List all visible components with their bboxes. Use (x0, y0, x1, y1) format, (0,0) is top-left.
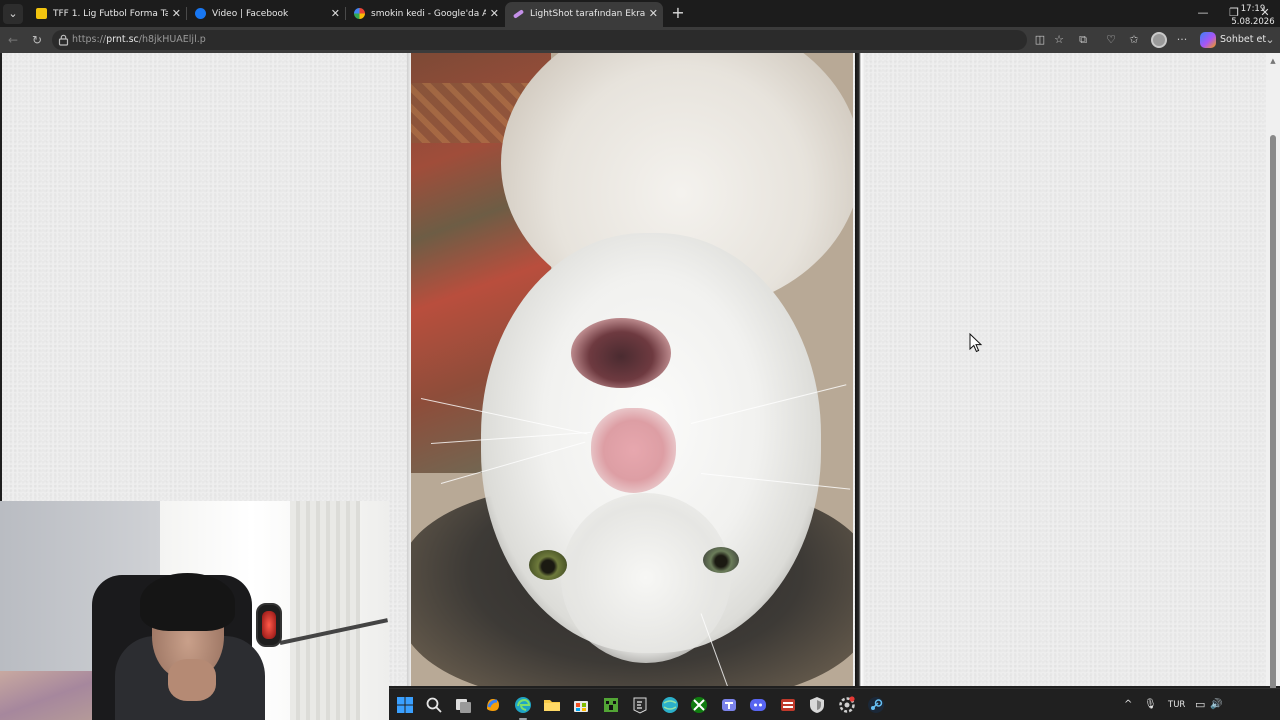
url-path: /h8jkHUAEljl.p (138, 34, 206, 45)
url-host: prnt.sc (106, 34, 139, 45)
screen: ⌄ TFF 1. Lig Futbol Forma Tarihi - Fo ✕ … (0, 0, 1280, 720)
tab-strip: ⌄ TFF 1. Lig Futbol Forma Tarihi - Fo ✕ … (0, 0, 1280, 27)
more-menu-icon[interactable]: ··· (1174, 32, 1190, 48)
task-view-icon[interactable] (454, 695, 474, 715)
reload-button[interactable]: ↻ (28, 31, 46, 49)
microphone-light (262, 611, 276, 639)
lightshot-icon (512, 9, 525, 19)
epic-games-icon[interactable] (630, 695, 650, 715)
cat-forehead (561, 493, 731, 663)
steam-icon[interactable] (866, 695, 886, 715)
tab-close-icon[interactable]: ✕ (331, 2, 340, 26)
split-screen-icon[interactable]: ◫ (1032, 32, 1048, 48)
new-tab-button[interactable]: + (669, 3, 687, 23)
tab-title: smokin kedi - Google'da Ara (371, 9, 486, 19)
cat-mouth (571, 318, 671, 388)
tff-favicon (36, 8, 47, 19)
store-icon[interactable] (571, 695, 591, 715)
favorite-star-icon[interactable]: ☆ (1051, 32, 1067, 48)
streamer-hair (140, 573, 235, 631)
site-info-icon[interactable] (58, 34, 69, 46)
browser-essentials-icon[interactable]: ♡ (1103, 32, 1119, 48)
extensions-icon[interactable]: ⧉ (1075, 32, 1091, 48)
sidebar-toggle-icon[interactable]: ⌄ (1262, 32, 1278, 48)
mouse-cursor-icon (969, 333, 983, 353)
facebook-icon (195, 8, 206, 19)
tab-tff[interactable]: TFF 1. Lig Futbol Forma Tarihi - Fo ✕ (28, 2, 186, 27)
webcam-overlay (0, 501, 389, 720)
copilot-chat-button[interactable]: Sohbet et (1220, 27, 1266, 53)
windows-start-icon[interactable] (395, 695, 415, 715)
clock-time: 17:19 (1240, 4, 1266, 14)
settings-icon[interactable] (837, 695, 857, 715)
back-button[interactable]: ← (4, 31, 22, 49)
tab-close-icon[interactable]: ✕ (172, 2, 181, 26)
profile-avatar[interactable] (1151, 32, 1167, 48)
search-icon[interactable] (424, 695, 444, 715)
tab-title: Video | Facebook (212, 9, 289, 19)
tab-title: LightShot tarafından Ekran Görünt (530, 9, 645, 19)
discord-icon[interactable] (748, 695, 768, 715)
display-icon[interactable]: ▭ (1195, 689, 1205, 720)
tab-facebook[interactable]: Video | Facebook ✕ (187, 2, 345, 27)
tab-close-icon[interactable]: ✕ (490, 2, 499, 26)
webcam-curtain (290, 501, 360, 720)
copilot-icon[interactable] (483, 695, 503, 715)
cat-photo[interactable] (411, 53, 853, 686)
address-bar[interactable]: https://prnt.sc/h8jkHUAEljl.p (52, 30, 1027, 50)
tab-title: TFF 1. Lig Futbol Forma Tarihi - Fo (53, 9, 168, 19)
minimize-button[interactable]: — (1188, 2, 1218, 24)
tab-actions-menu-button[interactable]: ⌄ (3, 4, 23, 24)
recorder-icon[interactable] (778, 695, 798, 715)
show-hidden-icons-button[interactable]: ^ (1124, 689, 1132, 720)
address-text: https://prnt.sc/h8jkHUAEljl.p (72, 30, 206, 50)
google-icon (354, 8, 365, 19)
file-explorer-icon[interactable] (542, 695, 562, 715)
input-language-indicator[interactable]: TUR (1168, 689, 1185, 720)
copilot-icon[interactable] (1200, 32, 1216, 48)
collections-icon[interactable]: ✩ (1126, 32, 1142, 48)
page-scrollbar[interactable]: ▲ (1266, 53, 1280, 720)
shield-icon[interactable] (807, 695, 827, 715)
scroll-thumb[interactable] (1270, 135, 1276, 720)
taskbar-clock[interactable]: 17:19 5.08.2026 (1228, 3, 1278, 29)
tab-lightshot[interactable]: LightShot tarafından Ekran Görünt ✕ (505, 2, 663, 27)
clock-date: 5.08.2026 (1231, 17, 1275, 27)
teams-icon[interactable] (719, 695, 739, 715)
volume-icon[interactable]: 🔊 (1210, 689, 1222, 720)
browser-toolbar: ← ↻ https://prnt.sc/h8jkHUAEljl.p ◫ ☆ ⧉ … (0, 27, 1280, 53)
tab-google[interactable]: smokin kedi - Google'da Ara ✕ (346, 2, 504, 27)
minecraft-icon[interactable] (601, 695, 621, 715)
edge-icon[interactable] (513, 695, 533, 715)
cat-nose (591, 408, 676, 493)
windows-taskbar: ^ 🎙 TUR ▭ 🔊 (389, 688, 1280, 720)
cat-eye-right (703, 547, 739, 573)
scroll-up-icon[interactable]: ▲ (1269, 57, 1277, 65)
streamer-hand (168, 659, 216, 701)
browser-globe-icon[interactable] (660, 695, 680, 715)
cat-eye-left (529, 550, 567, 580)
xbox-icon[interactable] (689, 695, 709, 715)
microphone-icon[interactable]: 🎙 (1144, 689, 1157, 720)
url-scheme: https:// (72, 34, 107, 45)
image-frame-right (855, 53, 865, 686)
tab-close-icon[interactable]: ✕ (649, 2, 658, 26)
